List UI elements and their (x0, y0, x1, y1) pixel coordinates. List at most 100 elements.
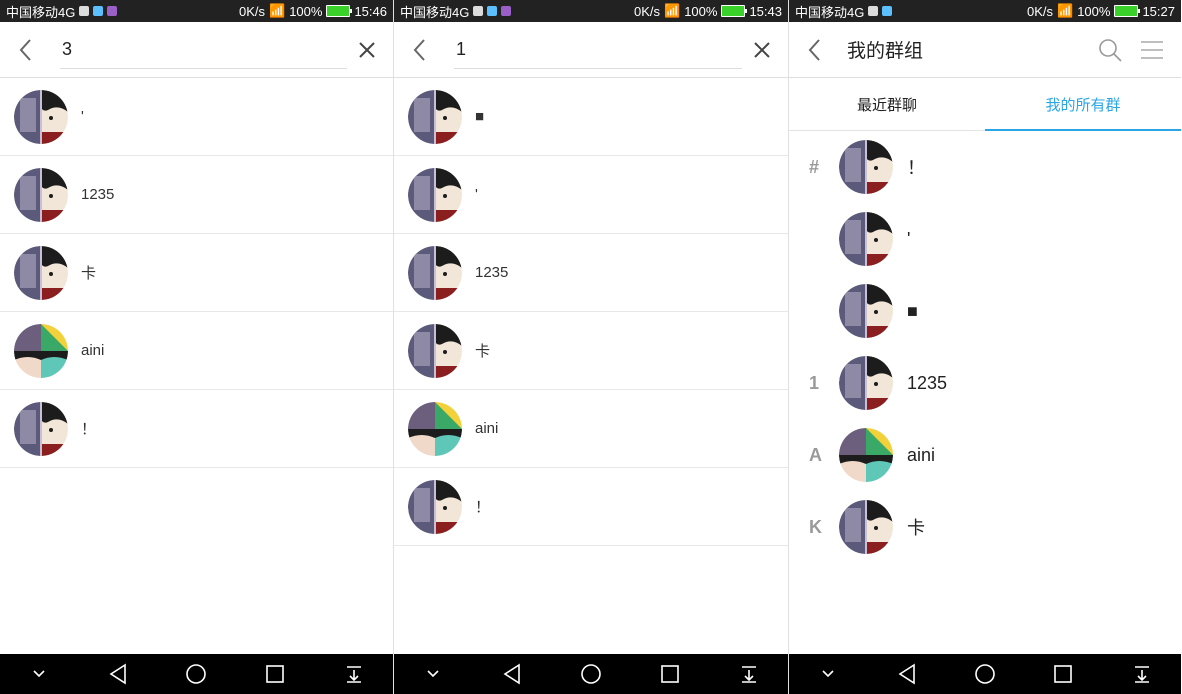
close-icon (754, 41, 770, 58)
nav-hide-button[interactable] (810, 656, 846, 692)
clock: 15:43 (749, 3, 782, 19)
search-input[interactable] (454, 37, 742, 61)
search-field[interactable] (60, 30, 347, 69)
group-name: 卡 (81, 265, 97, 282)
chevron-down-icon (822, 670, 834, 678)
chevron-left-icon (19, 38, 31, 61)
group-item[interactable]: K 卡 (789, 491, 1181, 563)
nav-back-button[interactable] (889, 656, 925, 692)
clear-button[interactable] (750, 38, 774, 62)
result-row[interactable]: 卡 (394, 312, 788, 390)
group-name: ' (81, 108, 84, 125)
group-item[interactable]: ■ (789, 275, 1181, 347)
nav-home-button[interactable] (967, 656, 1003, 692)
triangle-back-icon (503, 663, 520, 685)
group-name: aini (475, 420, 499, 437)
screen-my-groups: 中国移动4G 0K/s 📶 100% 15:27 我的群组 最近群聊 我的所有群… (789, 0, 1181, 694)
result-row[interactable]: ' (394, 156, 788, 234)
nav-recents-button[interactable] (257, 656, 293, 692)
signal-icon: 📶 (1057, 3, 1074, 18)
nav-notification-button[interactable] (731, 656, 767, 692)
back-button[interactable] (803, 38, 827, 62)
tab-recent-groups[interactable]: 最近群聊 (789, 78, 985, 130)
group-name: ■ (475, 108, 485, 125)
nav-back-button[interactable] (100, 656, 136, 692)
result-row[interactable]: 卡 (0, 234, 393, 312)
group-list: # ！ ' ■ 1 1235 A aini K 卡 (789, 131, 1181, 563)
net-speed: 0K/s (239, 3, 266, 19)
search-icon (1099, 38, 1122, 62)
nav-hide-button[interactable] (21, 656, 57, 692)
search-results: ' 1235 卡 aini ！ (0, 78, 393, 468)
nav-hide-button[interactable] (415, 656, 451, 692)
result-row[interactable]: 1235 (394, 234, 788, 312)
back-button[interactable] (14, 38, 38, 62)
carrier-text: 中国移动4G (400, 4, 470, 20)
result-row[interactable]: ' (0, 78, 393, 156)
nav-notification-button[interactable] (1124, 656, 1160, 692)
nav-recents-button[interactable] (1045, 656, 1081, 692)
group-avatar (14, 245, 68, 300)
group-avatar (408, 167, 462, 222)
group-tabs: 最近群聊 我的所有群 (789, 78, 1181, 131)
group-avatar (839, 356, 893, 410)
nav-recents-button[interactable] (652, 656, 688, 692)
group-item[interactable]: A aini (789, 419, 1181, 491)
result-row[interactable]: aini (0, 312, 393, 390)
result-row[interactable]: 1235 (0, 156, 393, 234)
group-avatar (408, 479, 462, 534)
search-input[interactable] (60, 37, 347, 61)
clock: 15:27 (1142, 3, 1175, 19)
result-row[interactable]: ！ (0, 390, 393, 468)
tab-all-groups[interactable]: 我的所有群 (985, 78, 1181, 131)
group-name: 1235 (81, 186, 115, 203)
group-avatar (839, 284, 893, 338)
result-row[interactable]: aini (394, 390, 788, 468)
group-name: 1235 (907, 372, 948, 393)
app-icon (79, 6, 90, 16)
group-avatar (408, 323, 462, 378)
nav-home-button[interactable] (178, 656, 214, 692)
screens: 中国移动4G 0K/s 📶 100% 15:46 3 ' 1235 卡 aini… (0, 0, 1182, 694)
group-item[interactable]: # ！ (789, 131, 1181, 203)
group-avatar (14, 323, 68, 378)
circle-home-icon (581, 664, 601, 684)
app-icon (487, 6, 498, 16)
carrier-text: 中国移动4G (795, 4, 865, 20)
net-speed: 0K/s (1027, 3, 1054, 19)
result-row[interactable]: ！ (394, 468, 788, 546)
system-nav-bar (0, 654, 393, 694)
nav-notification-button[interactable] (336, 656, 372, 692)
notification-pull-icon (346, 666, 361, 683)
menu-button[interactable] (1137, 35, 1167, 65)
result-row[interactable]: ■ (394, 78, 788, 156)
group-avatar (839, 500, 893, 554)
app-icon (107, 6, 118, 16)
app-icon (882, 6, 893, 16)
screen-search-1: 中国移动4G 0K/s 📶 100% 15:43 1 ■ ' 1235 卡 ai… (394, 0, 789, 694)
group-avatar (408, 401, 462, 456)
groups-header: 我的群组 (789, 22, 1181, 78)
square-recents-icon (266, 665, 284, 683)
circle-home-icon (186, 664, 207, 684)
group-avatar (839, 428, 893, 482)
group-item[interactable]: 1 1235 (789, 347, 1181, 419)
group-avatar (408, 245, 462, 300)
clear-button[interactable] (355, 38, 379, 62)
system-nav-bar (394, 654, 788, 694)
triangle-back-icon (898, 663, 915, 685)
status-bar: 中国移动4G 0K/s 📶 100% 15:27 (789, 0, 1181, 22)
group-avatar (14, 89, 68, 144)
search-field[interactable] (454, 30, 742, 69)
group-name: 卡 (475, 343, 491, 360)
search-button[interactable] (1095, 35, 1125, 65)
battery-icon (326, 5, 353, 17)
notification-pull-icon (741, 666, 756, 683)
nav-back-button[interactable] (494, 656, 530, 692)
back-button[interactable] (408, 38, 432, 62)
search-results: ■ ' 1235 卡 aini ！ (394, 78, 788, 546)
group-name: ' (475, 186, 478, 203)
nav-home-button[interactable] (573, 656, 609, 692)
group-item[interactable]: ' (789, 203, 1181, 275)
net-speed: 0K/s (634, 3, 661, 19)
